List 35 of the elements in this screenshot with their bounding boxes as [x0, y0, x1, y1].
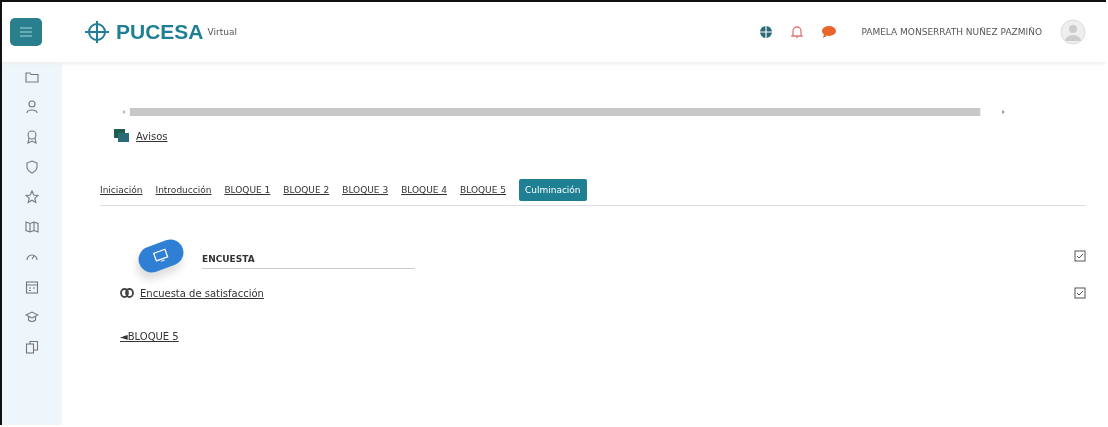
checkbox-icon[interactable] — [1074, 249, 1086, 262]
activity-link[interactable]: Encuesta de satisfacción — [140, 287, 264, 299]
user-name[interactable]: PAMELA MONSERRATH NUÑEZ PAZMIÑO — [861, 27, 1042, 37]
forum-icon — [114, 129, 130, 143]
star-icon[interactable] — [25, 190, 39, 204]
section-tab[interactable]: BLOQUE 5 — [460, 179, 506, 201]
section-title: ENCUESTA — [202, 242, 415, 269]
forum-link[interactable]: Avisos — [136, 130, 168, 142]
section-tab[interactable]: BLOQUE 3 — [342, 179, 389, 201]
checkbox-icon[interactable] — [1074, 287, 1086, 299]
section-tab[interactable]: Culminación — [518, 179, 587, 201]
section-tab[interactable]: BLOQUE 2 — [283, 179, 330, 201]
section-tab[interactable]: Iniciación — [100, 179, 143, 201]
globe-icon[interactable] — [759, 25, 774, 39]
cross-logo-icon — [82, 20, 112, 44]
section-tab[interactable]: Introducción — [155, 179, 212, 201]
link-icon — [120, 287, 134, 299]
brand-suffix: Virtual — [207, 27, 237, 37]
chat-icon[interactable] — [821, 25, 838, 39]
bell-icon[interactable] — [791, 25, 804, 39]
section-tab[interactable]: BLOQUE 1 — [224, 179, 271, 201]
menu-icon — [19, 26, 33, 38]
previous-section-link[interactable]: ◄BLOQUE 5 — [120, 331, 179, 342]
copy-icon[interactable] — [25, 340, 39, 354]
map-icon[interactable] — [25, 220, 39, 234]
person-icon[interactable] — [25, 100, 39, 114]
calendar-icon[interactable] — [25, 280, 39, 294]
menu-button[interactable] — [10, 18, 42, 46]
section-tab[interactable]: BLOQUE 4 — [401, 179, 448, 201]
monitor-icon — [152, 247, 170, 264]
folder-icon[interactable] — [25, 70, 39, 84]
brand-name: PUCESA — [116, 20, 204, 44]
shield-icon[interactable] — [25, 160, 39, 174]
cap-icon[interactable] — [25, 310, 39, 324]
badge-icon[interactable] — [25, 130, 39, 144]
